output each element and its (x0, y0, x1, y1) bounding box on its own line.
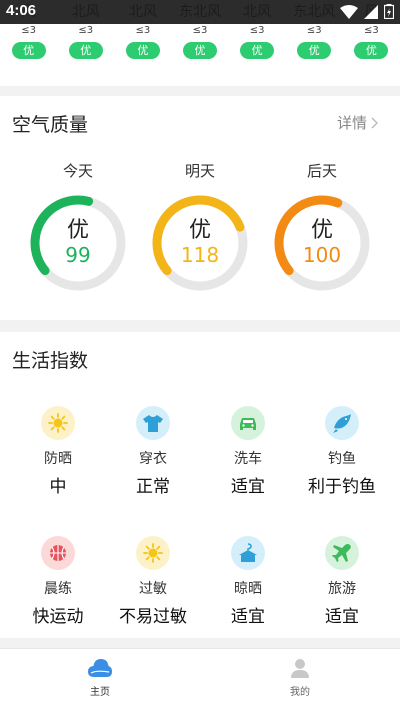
nav-home-label: 主页 (90, 687, 110, 698)
user-icon (291, 659, 309, 678)
aqi-day-tomorrow: 明天 优 118 (140, 160, 260, 293)
aqi-day-after-tomorrow: 后天 优 100 (262, 160, 382, 293)
life-item-name: 钓鱼 (328, 451, 356, 467)
day-label: 后天 (306, 162, 337, 180)
life-item-sunscreen[interactable]: 防晒 中 (8, 406, 108, 497)
aqi-gauge: 优 99 (28, 193, 128, 293)
life-item-value: 利于钓鱼 (308, 477, 376, 497)
aqi-forecast: 今天 优 99 明天 优 118 后天 优 100 (0, 160, 400, 300)
life-item-value: 适宜 (231, 477, 265, 497)
life-index-title: 生活指数 (12, 350, 89, 372)
life-item-value: 适宜 (231, 607, 265, 627)
signal-icon (364, 4, 378, 19)
wind-level: ≤3 (78, 25, 94, 36)
plane-icon (325, 536, 359, 570)
life-item-clothing[interactable]: 穿衣 正常 (103, 406, 203, 497)
wind-level: ≤3 (249, 25, 265, 36)
chevron-right-icon (371, 117, 378, 128)
life-index-row: 晨练 快运动 过敏 不易过敏 晾晒 适宜 旅游 适宜 (0, 536, 400, 646)
hourly-item: ≤3 优 (286, 24, 343, 86)
status-bar: 4:06 (0, 0, 400, 24)
air-quality-card: 空气质量 详情 今天 优 99 明天 优 118 后天 优 100 (0, 96, 400, 320)
aqi-gauge: 优 118 (150, 193, 250, 293)
wind-level: ≤3 (364, 25, 379, 36)
aqi-badge: 优 (125, 42, 160, 59)
aqi-value: 100 (302, 243, 342, 267)
life-item-value: 快运动 (32, 607, 84, 627)
day-label: 明天 (184, 162, 215, 180)
life-item-value: 适宜 (325, 607, 359, 627)
life-item-name: 防晒 (44, 451, 72, 467)
bottom-nav: 主页 我的 (0, 648, 400, 711)
basketball-icon (41, 536, 75, 570)
hourly-item: ≤3 优 (229, 24, 286, 86)
day-label: 今天 (62, 162, 93, 180)
air-quality-title: 空气质量 (12, 114, 89, 136)
nav-home[interactable]: 主页 (50, 657, 150, 698)
nav-mine-label: 我的 (290, 687, 310, 698)
life-item-name: 晨练 (44, 581, 72, 597)
aqi-badge: 优 (354, 42, 389, 59)
aqi-badge: 优 (11, 42, 46, 59)
life-item-drying[interactable]: 晾晒 适宜 (198, 536, 298, 627)
aqi-level: 优 (310, 218, 333, 243)
cloud-icon (88, 659, 112, 677)
life-item-name: 晾晒 (234, 581, 262, 597)
air-quality-detail-link[interactable]: 详情 (337, 112, 378, 133)
aqi-badge: 优 (182, 42, 217, 59)
life-item-allergy[interactable]: 过敏 不易过敏 (103, 536, 203, 627)
sun-icon (41, 406, 75, 440)
life-index-row: 防晒 中 穿衣 正常 洗车 适宜 钓鱼 利于钓鱼 (0, 406, 400, 516)
hanger-icon (231, 536, 265, 570)
sun-icon (136, 536, 170, 570)
aqi-value: 99 (65, 243, 91, 267)
shirt-icon (136, 406, 170, 440)
hourly-item: ≤3 优 (343, 24, 400, 86)
hourly-aqi-strip: ≤3 优 ≤3 优 ≤3 优 ≤3 优 ≤3 优 ≤3 优 ≤3 优 (0, 24, 400, 86)
aqi-value: 118 (180, 243, 220, 267)
fish-icon (325, 406, 359, 440)
aqi-gauge: 优 100 (272, 193, 372, 293)
battery-icon (384, 4, 394, 19)
nav-mine[interactable]: 我的 (250, 657, 350, 698)
life-item-value: 中 (49, 477, 67, 497)
life-item-name: 过敏 (139, 581, 167, 597)
wind-level: ≤3 (192, 25, 208, 36)
hourly-item: ≤3 优 (0, 24, 57, 86)
wind-level: ≤3 (306, 25, 322, 36)
aqi-badge: 优 (240, 42, 275, 59)
life-item-value: 正常 (136, 477, 170, 497)
life-item-name: 旅游 (328, 581, 356, 597)
hourly-item: ≤3 优 (114, 24, 171, 86)
life-index-card: 生活指数 防晒 中 穿衣 正常 洗车 适宜 钓鱼 利于钓鱼 晨练 快运动 过敏 … (0, 332, 400, 638)
aqi-level: 优 (66, 218, 89, 243)
life-item-car-wash[interactable]: 洗车 适宜 (198, 406, 298, 497)
life-item-value: 不易过敏 (119, 607, 187, 627)
hourly-item: ≤3 优 (171, 24, 228, 86)
life-item-travel[interactable]: 旅游 适宜 (292, 536, 392, 627)
aqi-day-today: 今天 优 99 (18, 160, 138, 293)
life-item-fishing[interactable]: 钓鱼 利于钓鱼 (292, 406, 392, 497)
wind-level: ≤3 (135, 25, 151, 36)
aqi-level: 优 (188, 218, 211, 243)
aqi-badge: 优 (68, 42, 103, 59)
life-item-name: 穿衣 (139, 451, 167, 467)
detail-label: 详情 (336, 114, 367, 132)
wifi-icon (340, 4, 358, 19)
life-item-morning-exercise[interactable]: 晨练 快运动 (8, 536, 108, 627)
status-icons (340, 4, 394, 19)
car-icon (231, 406, 265, 440)
aqi-badge: 优 (297, 42, 332, 59)
hourly-item: ≤3 优 (57, 24, 114, 86)
life-item-name: 洗车 (234, 451, 262, 467)
status-time: 4:06 (6, 2, 37, 19)
wind-level: ≤3 (21, 25, 36, 36)
